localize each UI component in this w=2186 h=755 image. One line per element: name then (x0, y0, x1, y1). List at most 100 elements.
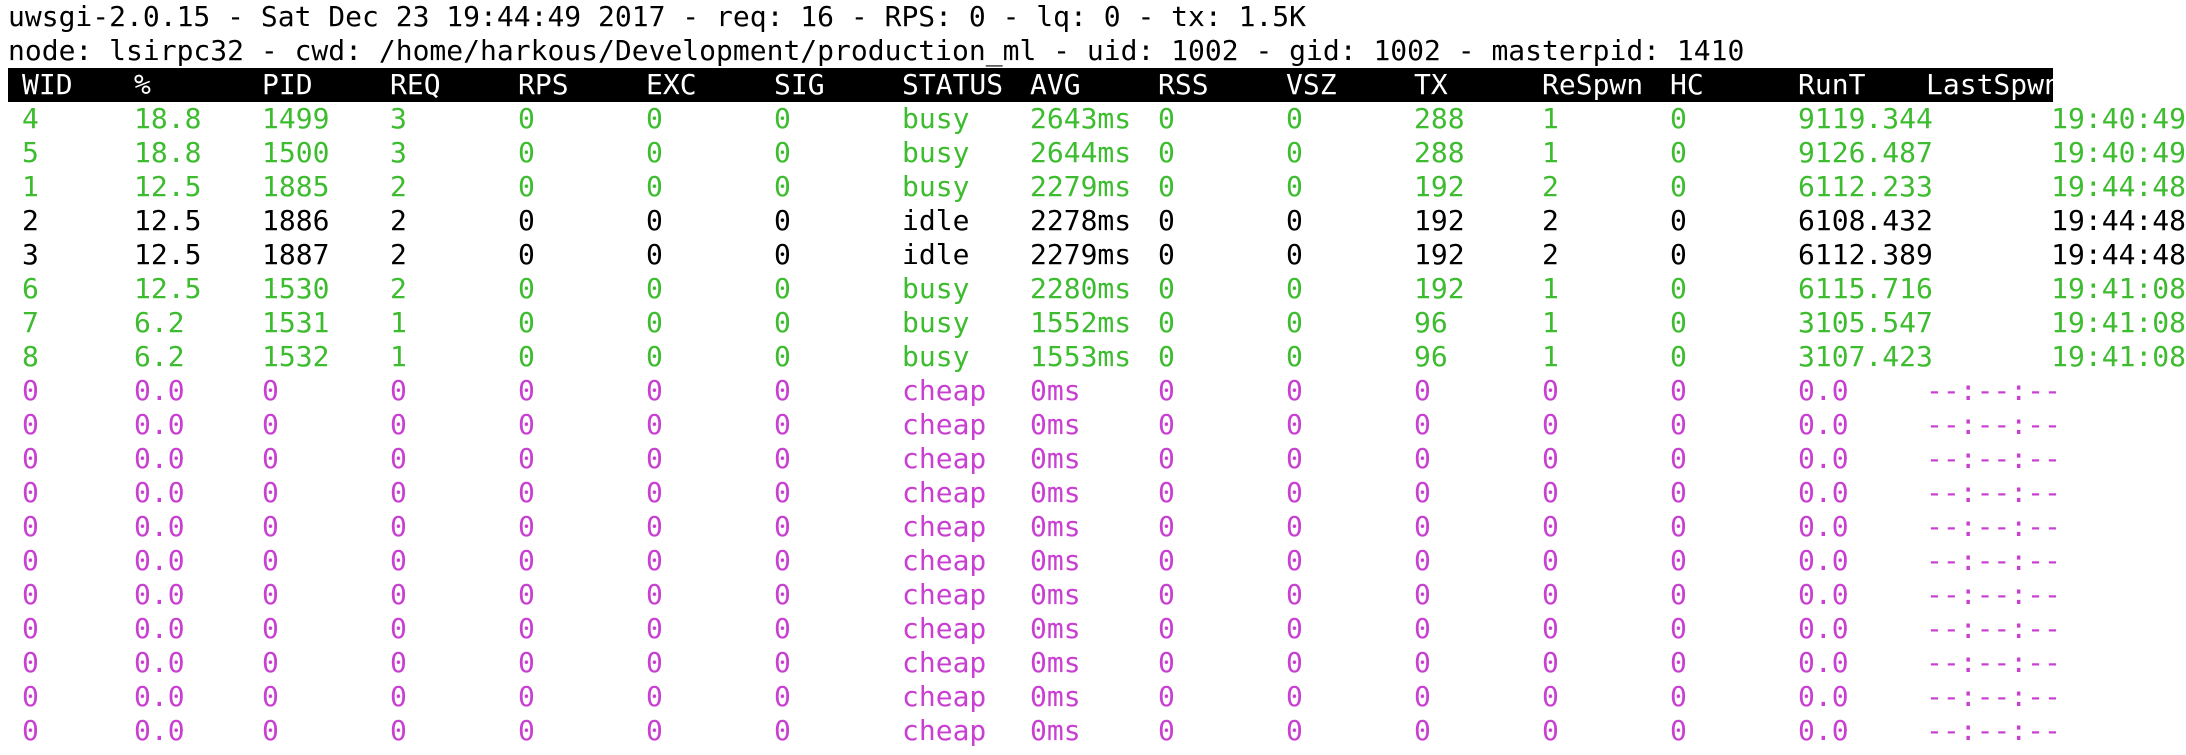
worker-cell-tx: 0 (1414, 442, 1431, 475)
worker-cell-status: busy (902, 170, 970, 203)
worker-cell-req: 0 (390, 714, 407, 747)
worker-cell-rps: 0 (518, 102, 535, 135)
worker-cell-status: cheap (902, 680, 987, 713)
worker-cell-rss: 0 (1158, 204, 1175, 237)
worker-cell-percent: 6.2 (134, 340, 185, 373)
worker-cell-status: cheap (902, 442, 987, 475)
worker-cell-vsz: 0 (1286, 374, 1303, 407)
worker-cell-pid: 0 (262, 476, 279, 509)
worker-cell-exc: 0 (646, 272, 663, 305)
worker-cell-lastspawn: 19:41:08 (2051, 272, 2186, 305)
worker-row: 6 12.5 1530 2 0 0 0 busy 2280ms 0 0 192 1 0 6115.716 19… (8, 272, 2186, 306)
worker-cell-wid: 3 (22, 238, 39, 271)
worker-cell-lastspawn: --:--:-- (1926, 442, 2061, 475)
worker-cell-runt: 0.0 (1798, 714, 1849, 747)
worker-cell-rps: 0 (518, 442, 535, 475)
worker-cell-tx: 0 (1414, 612, 1431, 645)
worker-cell-rps: 0 (518, 204, 535, 237)
worker-cell-status: cheap (902, 374, 987, 407)
worker-cell-tx: 192 (1414, 238, 1465, 271)
worker-cell-exc: 0 (646, 510, 663, 543)
worker-cell-avg: 2278ms (1030, 204, 1132, 237)
worker-cell-req: 0 (390, 612, 407, 645)
worker-cell-req: 0 (390, 646, 407, 679)
worker-cell-exc: 0 (646, 238, 663, 271)
worker-cell-avg: 0ms (1030, 714, 1081, 747)
worker-cell-hc: 0 (1670, 476, 1687, 509)
worker-cell-hc: 0 (1670, 646, 1687, 679)
worker-cell-avg: 0ms (1030, 476, 1081, 509)
worker-cell-runt: 0.0 (1798, 612, 1849, 645)
worker-cell-rss: 0 (1158, 578, 1175, 611)
worker-cell-hc: 0 (1670, 272, 1687, 305)
worker-cell-req: 1 (390, 340, 407, 373)
worker-cell-runt: 0.0 (1798, 408, 1849, 441)
worker-cell-req: 0 (390, 408, 407, 441)
worker-cell-vsz: 0 (1286, 442, 1303, 475)
worker-cell-wid: 5 (22, 136, 39, 169)
worker-cell-vsz: 0 (1286, 544, 1303, 577)
worker-cell-sig: 0 (774, 204, 791, 237)
worker-cell-runt: 0.0 (1798, 680, 1849, 713)
worker-cell-status: cheap (902, 408, 987, 441)
worker-cell-exc: 0 (646, 544, 663, 577)
worker-cell-respawn: 1 (1542, 306, 1559, 339)
worker-cell-wid: 0 (22, 442, 39, 475)
worker-cell-respawn: 0 (1542, 442, 1559, 475)
worker-cell-percent: 12.5 (134, 204, 202, 237)
worker-cell-hc: 0 (1670, 612, 1687, 645)
worker-cell-sig: 0 (774, 714, 791, 747)
worker-cell-rss: 0 (1158, 272, 1175, 305)
worker-cell-percent: 0.0 (134, 680, 185, 713)
worker-cell-avg: 1552ms (1030, 306, 1132, 339)
worker-cell-tx: 192 (1414, 272, 1465, 305)
worker-cell-status: cheap (902, 714, 987, 747)
worker-cell-avg: 2279ms (1030, 238, 1132, 271)
worker-cell-lastspawn: --:--:-- (1926, 408, 2061, 441)
worker-cell-respawn: 0 (1542, 476, 1559, 509)
worker-cell-lastspawn: 19:44:48 (2051, 238, 2186, 271)
worker-cell-tx: 0 (1414, 544, 1431, 577)
worker-cell-tx: 0 (1414, 680, 1431, 713)
worker-cell-percent: 0.0 (134, 578, 185, 611)
worker-cell-avg: 0ms (1030, 442, 1081, 475)
worker-cell-lastspawn: --:--:-- (1926, 510, 2061, 543)
worker-cell-exc: 0 (646, 136, 663, 169)
worker-cell-rss: 0 (1158, 170, 1175, 203)
worker-cell-sig: 0 (774, 136, 791, 169)
worker-cell-req: 2 (390, 272, 407, 305)
worker-cell-sig: 0 (774, 306, 791, 339)
worker-row: 3 12.5 1887 2 0 0 0 idle 2279ms 0 0 192 2 0 6112.389 19… (8, 238, 2186, 272)
column-header-rss: RSS (1158, 68, 1209, 101)
worker-cell-runt: 3107.423 (1798, 340, 1933, 373)
column-header-rps: RPS (518, 68, 569, 101)
worker-cell-rps: 0 (518, 272, 535, 305)
worker-cell-rss: 0 (1158, 102, 1175, 135)
column-header-runt: RunT (1798, 68, 1866, 101)
worker-cell-exc: 0 (646, 680, 663, 713)
worker-cell-tx: 96 (1414, 340, 1448, 373)
worker-cell-lastspawn: 19:44:48 (2051, 170, 2186, 203)
worker-cell-hc: 0 (1670, 578, 1687, 611)
worker-cell-respawn: 1 (1542, 272, 1559, 305)
worker-cell-rps: 0 (518, 340, 535, 373)
worker-cell-wid: 8 (22, 340, 39, 373)
worker-cell-rss: 0 (1158, 340, 1175, 373)
worker-cell-avg: 2279ms (1030, 170, 1132, 203)
worker-cell-avg: 0ms (1030, 680, 1081, 713)
worker-cell-runt: 0.0 (1798, 646, 1849, 679)
worker-cell-exc: 0 (646, 374, 663, 407)
worker-cell-tx: 0 (1414, 408, 1431, 441)
worker-row: 0 0.0 0 0 0 0 0 cheap 0ms 0 0 0 0 0 0.0 --:--:-- (8, 408, 2186, 442)
worker-cell-lastspawn: --:--:-- (1926, 714, 2061, 747)
worker-cell-sig: 0 (774, 340, 791, 373)
column-header-status: STATUS (902, 68, 1004, 101)
worker-cell-runt: 9119.344 (1798, 102, 1933, 135)
worker-cell-status: cheap (902, 476, 987, 509)
worker-cell-req: 3 (390, 136, 407, 169)
worker-cell-sig: 0 (774, 646, 791, 679)
worker-cell-sig: 0 (774, 680, 791, 713)
worker-cell-avg: 0ms (1030, 408, 1081, 441)
worker-cell-runt: 9126.487 (1798, 136, 1933, 169)
worker-cell-percent: 0.0 (134, 646, 185, 679)
